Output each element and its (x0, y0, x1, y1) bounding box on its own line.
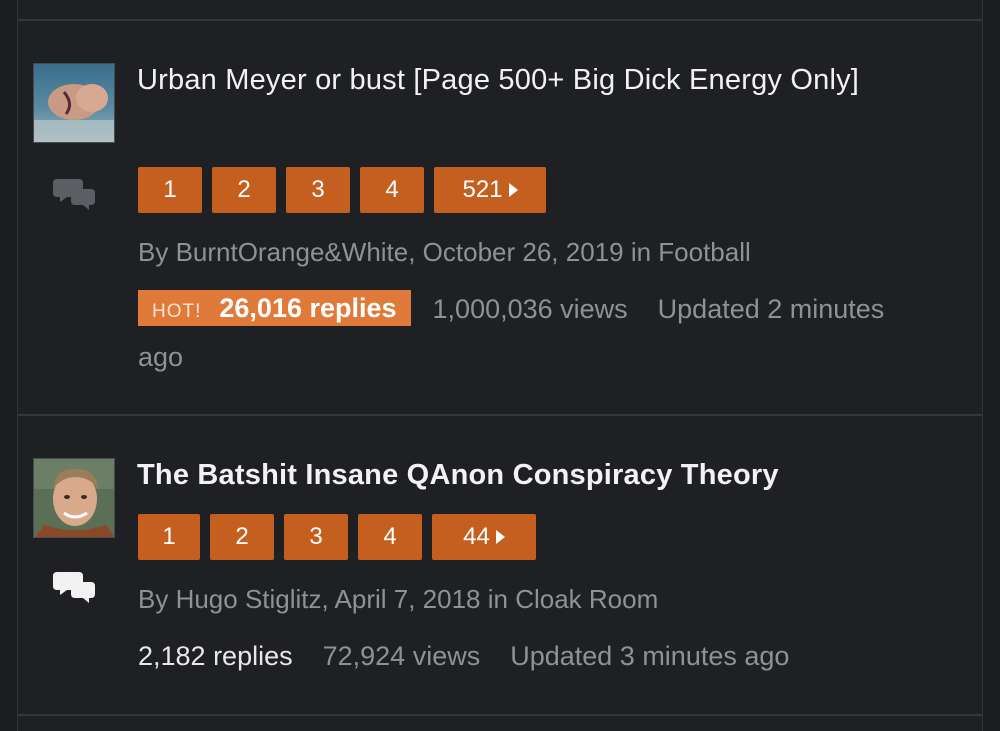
last-page-button[interactable]: 44 (432, 514, 536, 560)
view-count: 72,924 views (322, 641, 481, 671)
row-divider (17, 714, 983, 716)
page-button-2[interactable]: 2 (210, 514, 274, 560)
topic-title[interactable]: Urban Meyer or bust [Page 500+ Big Dick … (137, 58, 897, 102)
hot-label: HOT! (152, 300, 202, 322)
page-button-2[interactable]: 2 (212, 167, 276, 213)
reply-count: 2,182 replies (138, 641, 293, 671)
hot-badge: HOT! 26,016 replies (138, 289, 411, 326)
page-button-3[interactable]: 3 (286, 167, 350, 213)
topic-row: The Batshit Insane QAnon Conspiracy Theo… (17, 416, 983, 714)
updated-time: Updated 3 minutes ago (510, 641, 790, 671)
chat-bubbles-icon (53, 572, 95, 603)
avatar[interactable] (33, 458, 115, 538)
topic-stats: HOT! 26,016 replies 1,000,036 views Updated… (138, 285, 918, 381)
view-count: 1,000,036 views (432, 294, 628, 324)
topic-meta: By BurntOrange&White, October 26, 2019 i… (138, 237, 751, 267)
page-button-1[interactable]: 1 (138, 167, 202, 213)
last-page-label: 44 (463, 523, 490, 550)
caret-right-icon (495, 530, 505, 544)
page-button-3[interactable]: 3 (284, 514, 348, 560)
chat-bubbles-icon (53, 179, 95, 210)
page-button-1[interactable]: 1 (138, 514, 200, 560)
avatar[interactable] (33, 63, 115, 143)
pagination: 1 2 3 4 44 (138, 514, 536, 560)
topic-meta: By Hugo Stiglitz, April 7, 2018 in Cloak… (138, 584, 659, 614)
topic-title[interactable]: The Batshit Insane QAnon Conspiracy Theo… (137, 453, 897, 497)
page-button-4[interactable]: 4 (358, 514, 422, 560)
topic-stats: 2,182 replies 72,924 views Updated 3 minut… (138, 632, 918, 680)
caret-right-icon (508, 183, 518, 197)
pagination: 1 2 3 4 521 (138, 167, 546, 213)
topic-row: Urban Meyer or bust [Page 500+ Big Dick … (17, 21, 983, 415)
page-button-4[interactable]: 4 (360, 167, 424, 213)
reply-count: 26,016 replies (219, 292, 397, 323)
last-page-button[interactable]: 521 (434, 167, 546, 213)
last-page-label: 521 (462, 176, 503, 203)
